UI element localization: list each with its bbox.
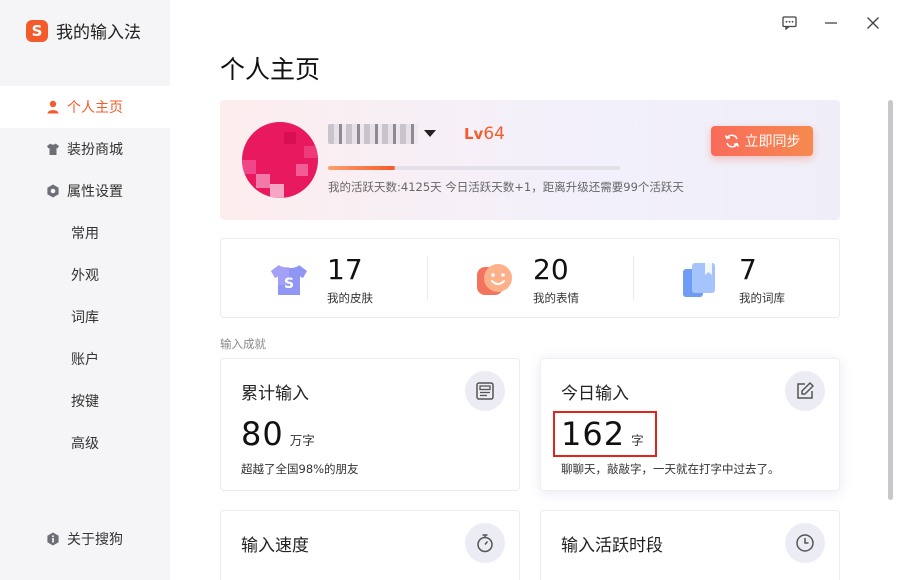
sidebar-item-label: 装扮商城	[67, 142, 123, 158]
sidebar-subitem-keys[interactable]: 按键	[0, 380, 170, 422]
stat-dictionaries-value: 7	[739, 253, 757, 286]
info-icon	[47, 532, 59, 546]
svg-text:S: S	[284, 276, 294, 292]
page-title: 个人主页	[220, 55, 321, 84]
gear-icon	[47, 184, 59, 198]
active-period-icon-button[interactable]	[785, 523, 825, 563]
total-input-card: 累计输入 80 万字 超越了全国98%的朋友	[220, 358, 520, 491]
profile-card: Lv64 我的活跃天数:4125天 今日活跃天数+1，距离升级还需要99个活跃天…	[220, 100, 840, 220]
input-speed-title: 输入速度	[241, 536, 309, 556]
sync-now-button[interactable]: 立即同步	[711, 126, 813, 156]
active-days-text: 我的活跃天数:4125天 今日活跃天数+1，距离升级还需要99个活跃天	[328, 180, 684, 194]
level-number: 64	[483, 124, 505, 144]
app-logo: S	[26, 19, 48, 42]
today-input-value: 162	[561, 415, 626, 453]
total-input-title: 累计输入	[241, 384, 309, 404]
app-title: S 我的输入法	[26, 18, 141, 43]
sidebar-item-shop[interactable]: 装扮商城	[0, 128, 170, 170]
username-obscured	[328, 124, 418, 144]
sidebar-subitem-appearance[interactable]: 外观	[0, 254, 170, 296]
sidebar-item-profile[interactable]: 个人主页	[0, 86, 170, 128]
scrollbar[interactable]	[888, 100, 893, 500]
user-icon	[47, 100, 59, 114]
stat-dictionaries-label: 我的词库	[739, 291, 785, 305]
stat-skins-value: 17	[327, 253, 363, 286]
sidebar-item-settings[interactable]: 属性设置	[0, 170, 170, 212]
close-icon	[867, 17, 879, 29]
skin-icon: S	[271, 265, 307, 295]
document-icon	[476, 382, 494, 400]
sidebar-subitem-common[interactable]: 常用	[0, 212, 170, 254]
feedback-icon	[781, 16, 797, 30]
sync-icon	[724, 134, 739, 148]
sidebar-subitem-dictionary[interactable]: 词库	[0, 296, 170, 338]
avatar[interactable]	[242, 122, 318, 198]
achievements-section-label: 输入成就	[220, 337, 266, 351]
today-input-value-group: 162 字	[561, 415, 644, 453]
input-speed-icon-button[interactable]	[465, 523, 505, 563]
sidebar-subitem-account[interactable]: 账户	[0, 338, 170, 380]
app-title-text: 我的输入法	[56, 23, 141, 43]
stat-emojis[interactable]: 20 我的表情	[427, 239, 633, 317]
sidebar-item-label: 属性设置	[67, 184, 123, 200]
today-input-card: 今日输入 162 字 聊聊天，敲敲字，一天就在打字中过去了。	[540, 358, 840, 491]
total-input-value-group: 80 万字	[241, 415, 315, 453]
minimize-button[interactable]	[822, 14, 840, 32]
sync-now-label: 立即同步	[744, 134, 801, 150]
stopwatch-icon	[477, 534, 493, 553]
today-input-desc: 聊聊天，敲敲字，一天就在打字中过去了。	[561, 462, 780, 476]
dictionary-icon	[683, 263, 715, 297]
today-input-title: 今日输入	[561, 384, 629, 404]
level-badge: Lv64	[464, 124, 505, 144]
minimize-icon	[825, 22, 837, 24]
sidebar-subitem-advanced[interactable]: 高级	[0, 422, 170, 464]
active-period-card: 输入活跃时段	[540, 510, 840, 580]
caret-down-icon	[424, 130, 436, 137]
sidebar-nav: 个人主页 装扮商城 属性设置 常用 外观 词库 账户 按键 高级	[0, 86, 170, 464]
active-period-title: 输入活跃时段	[561, 536, 663, 556]
stat-emojis-value: 20	[533, 253, 569, 286]
edit-icon	[797, 382, 814, 399]
username[interactable]	[328, 124, 436, 144]
shirt-icon	[47, 143, 59, 155]
total-input-value: 80	[241, 415, 284, 453]
stats-card: S 17 我的皮肤 20 我的表情 7 我的词库	[220, 238, 840, 318]
window-controls	[780, 14, 882, 32]
emoji-icon	[477, 264, 512, 295]
stat-skins-label: 我的皮肤	[327, 291, 373, 305]
total-input-desc: 超越了全国98%的朋友	[241, 462, 359, 476]
sidebar-item-label: 个人主页	[67, 100, 123, 116]
today-input-unit: 字	[631, 433, 644, 448]
input-speed-card: 输入速度	[220, 510, 520, 580]
today-input-icon-button[interactable]	[785, 371, 825, 411]
stat-dictionaries[interactable]: 7 我的词库	[633, 239, 839, 317]
level-prefix: Lv	[464, 125, 484, 143]
about-sogou-link[interactable]: 关于搜狗	[46, 529, 123, 549]
about-label: 关于搜狗	[67, 532, 123, 548]
feedback-button[interactable]	[780, 14, 798, 32]
sidebar: S 我的输入法 个人主页 装扮商城 属性设置 常用 外观 词库 账户 按键 高级…	[0, 0, 170, 580]
level-progress-fill	[328, 166, 396, 170]
stat-skins[interactable]: S 17 我的皮肤	[221, 239, 427, 317]
clock-icon	[796, 534, 814, 552]
level-progress-bar	[328, 166, 620, 170]
total-input-unit: 万字	[289, 433, 315, 448]
close-button[interactable]	[864, 14, 882, 32]
total-input-icon-button[interactable]	[465, 371, 505, 411]
stat-emojis-label: 我的表情	[533, 291, 579, 305]
